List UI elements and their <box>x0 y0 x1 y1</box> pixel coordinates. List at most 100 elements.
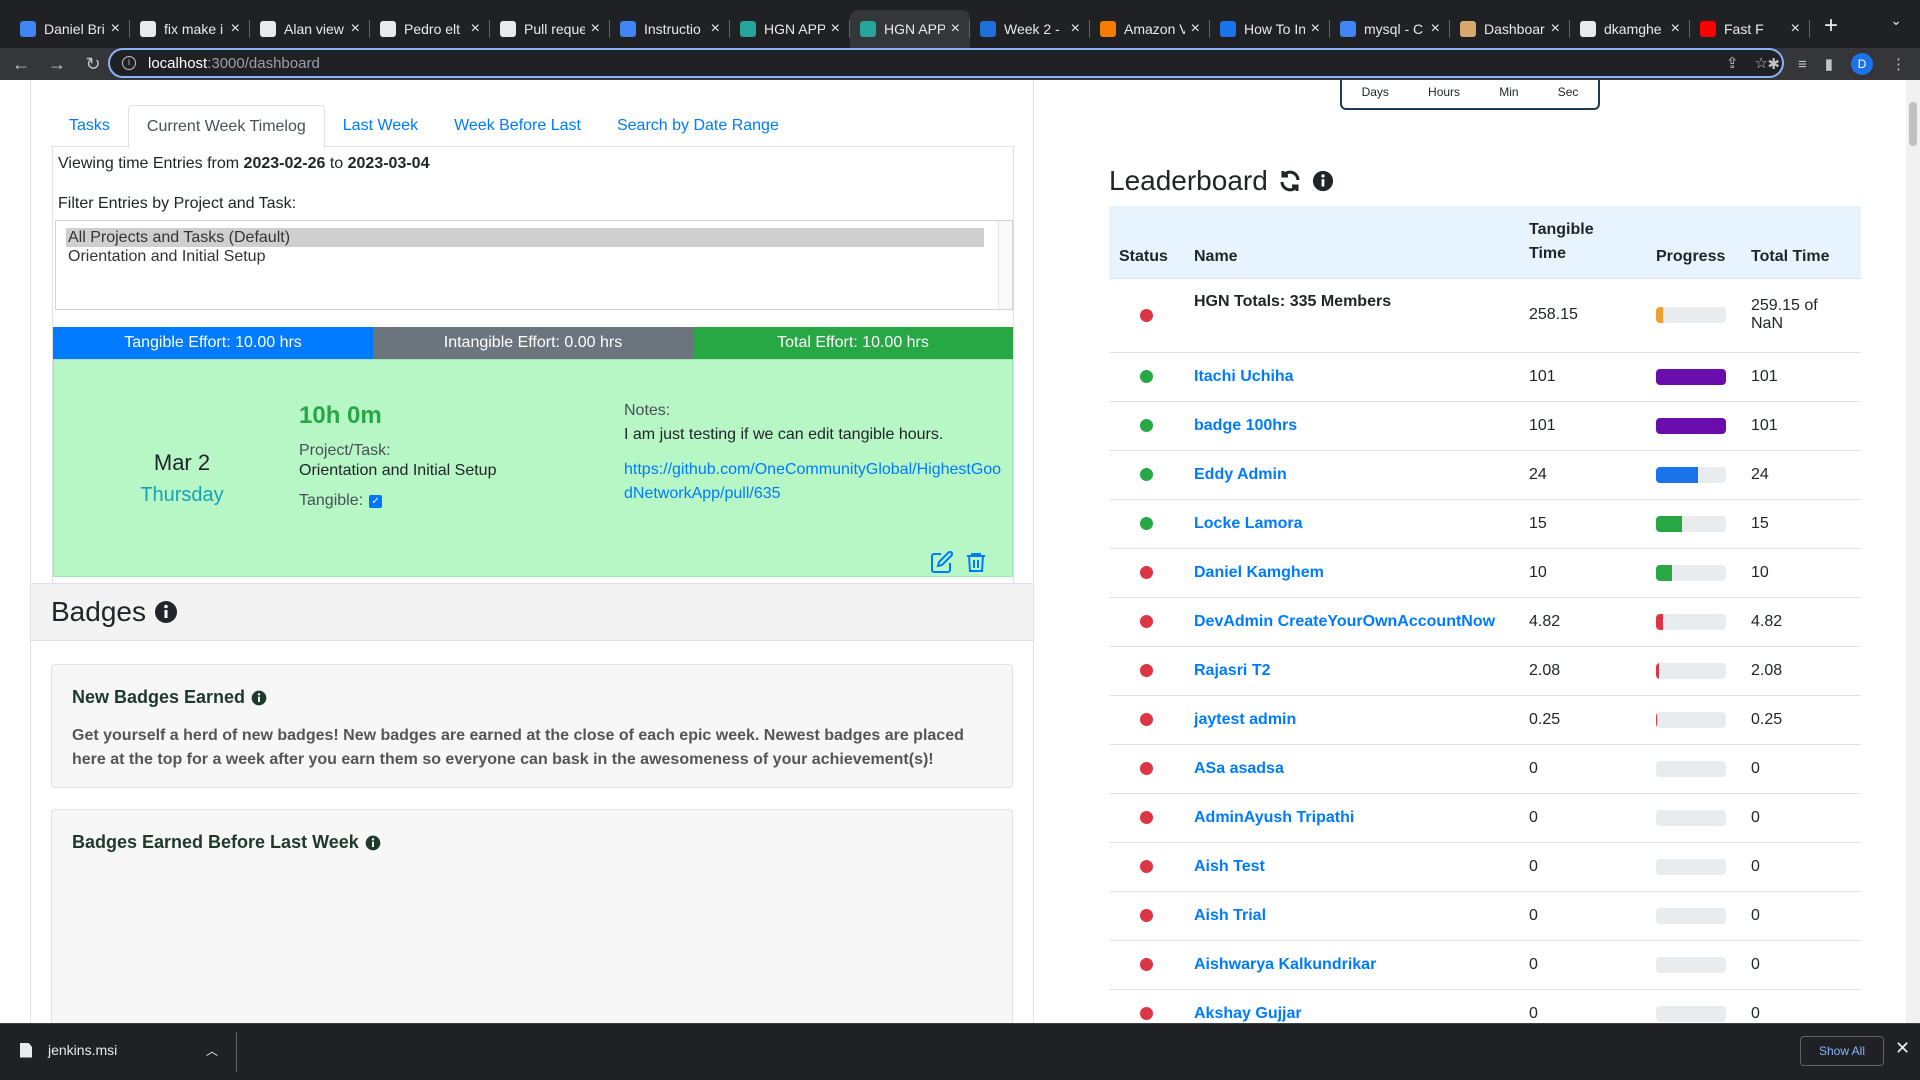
tab-search-chevron-icon[interactable]: ⌄ <box>1890 12 1902 29</box>
browser-tab[interactable]: Instructio × <box>610 10 730 48</box>
member-name[interactable]: Aish Test <box>1184 841 1519 891</box>
member-name[interactable]: Eddy Admin <box>1184 449 1519 499</box>
status-dot <box>1140 615 1153 628</box>
status-cell <box>1109 890 1184 940</box>
close-tab-icon[interactable]: × <box>831 20 840 38</box>
chevron-up-icon[interactable]: ︿ <box>206 1042 218 1059</box>
progress-cell <box>1646 400 1741 450</box>
countdown-timer: Days Hours Min Sec <box>1340 80 1600 110</box>
close-tab-icon[interactable]: × <box>1071 20 1080 38</box>
progress-bar <box>1656 417 1726 434</box>
download-item[interactable]: jenkins.msi <box>20 1042 117 1058</box>
progress-bar <box>1656 662 1726 679</box>
new-tab-plus-icon[interactable]: + <box>1824 12 1838 40</box>
browser-tab[interactable]: How To In × <box>1210 10 1330 48</box>
progress-cell <box>1646 449 1741 499</box>
side-panel-icon[interactable]: ▮ <box>1825 55 1833 73</box>
member-name[interactable]: Aishwarya Kalkundrikar <box>1184 939 1519 989</box>
member-name[interactable]: Itachi Uchiha <box>1184 351 1519 401</box>
profile-avatar[interactable]: D <box>1851 53 1873 75</box>
info-icon[interactable] <box>1312 170 1334 192</box>
browser-tab[interactable]: Week 2 - × <box>970 10 1090 48</box>
forward-arrow-icon[interactable]: → <box>42 54 72 75</box>
browser-tab[interactable]: dkamghe × <box>1570 10 1690 48</box>
close-tab-icon[interactable]: × <box>231 20 240 38</box>
trash-icon[interactable] <box>964 550 988 574</box>
browser-menu-kebab-icon[interactable]: ⋮ <box>1891 55 1906 73</box>
page-scrollbar-thumb[interactable] <box>1909 102 1917 146</box>
close-tab-icon[interactable]: × <box>951 20 960 38</box>
tangible-row: Tangible: ✓ <box>299 492 383 510</box>
close-tab-icon[interactable]: × <box>1551 20 1560 38</box>
browser-tab[interactable]: HGN APP × <box>850 10 970 48</box>
tab-favicon-icon <box>20 21 36 37</box>
tab-week-before-last[interactable]: Week Before Last <box>436 105 599 147</box>
browser-tab[interactable]: Alan view × <box>250 10 370 48</box>
leaderboard-row: Locke Lamora 15 15 <box>1109 498 1861 548</box>
browser-tab[interactable]: Pull reque × <box>490 10 610 48</box>
status-cell <box>1109 841 1184 891</box>
browser-tab[interactable]: mysql - C × <box>1330 10 1450 48</box>
info-icon[interactable] <box>365 835 381 851</box>
close-tab-icon[interactable]: × <box>471 20 480 38</box>
status-cell <box>1109 645 1184 695</box>
tab-favicon-icon <box>620 21 636 37</box>
member-name[interactable]: Aish Trial <box>1184 890 1519 940</box>
close-icon[interactable]: ✕ <box>1895 1038 1910 1059</box>
browser-tab[interactable]: fix make i × <box>130 10 250 48</box>
tab-favicon-icon <box>860 21 876 37</box>
tangible-time: 0 <box>1519 743 1646 793</box>
info-icon[interactable] <box>251 690 267 706</box>
share-icon[interactable]: ⇪ <box>1726 54 1739 72</box>
page-scrollbar[interactable] <box>1906 80 1920 1023</box>
member-name[interactable]: Akshay Gujjar <box>1184 988 1519 1023</box>
browser-tab[interactable]: Fast F × <box>1690 10 1810 48</box>
member-name[interactable]: ASa asadsa <box>1184 743 1519 793</box>
site-info-icon[interactable]: i <box>122 56 136 70</box>
member-name[interactable]: AdminAyush Tripathi <box>1184 792 1519 842</box>
edit-icon[interactable] <box>930 550 954 574</box>
browser-tab[interactable]: Pedro elt × <box>370 10 490 48</box>
browser-tab[interactable]: Daniel Bri × <box>10 10 130 48</box>
member-name[interactable]: DevAdmin CreateYourOwnAccountNow <box>1184 596 1519 646</box>
tab-tasks[interactable]: Tasks <box>51 105 128 147</box>
browser-tab[interactable]: Amazon V × <box>1090 10 1210 48</box>
close-tab-icon[interactable]: × <box>1791 20 1800 38</box>
close-tab-icon[interactable]: × <box>711 20 720 38</box>
notes-link[interactable]: https://github.com/OneCommunityGlobal/Hi… <box>624 458 1009 506</box>
close-tab-icon[interactable]: × <box>1191 20 1200 38</box>
close-tab-icon[interactable]: × <box>1431 20 1440 38</box>
tab-last-week[interactable]: Last Week <box>325 105 436 147</box>
status-cell <box>1109 498 1184 548</box>
refresh-icon[interactable] <box>1278 169 1302 193</box>
time-entry-card: Mar 2 Thursday 10h 0m Project/Task: Orie… <box>53 359 1013 577</box>
close-tab-icon[interactable]: × <box>1311 20 1320 38</box>
browser-tab[interactable]: HGN APP × <box>730 10 850 48</box>
close-tab-icon[interactable]: × <box>111 20 120 38</box>
member-name[interactable]: Rajasri T2 <box>1184 645 1519 695</box>
tab-search-by-date-range[interactable]: Search by Date Range <box>599 105 797 147</box>
total-time: 4.82 <box>1741 596 1861 646</box>
tangible-checkbox[interactable]: ✓ <box>369 494 383 508</box>
browser-tab[interactable]: Dashboar × <box>1450 10 1570 48</box>
member-name[interactable]: jaytest admin <box>1184 694 1519 744</box>
close-tab-icon[interactable]: × <box>591 20 600 38</box>
media-control-icon[interactable]: ≡ <box>1798 56 1807 73</box>
member-name[interactable]: Locke Lamora <box>1184 498 1519 548</box>
member-name[interactable]: badge 100hrs <box>1184 400 1519 450</box>
member-name[interactable]: Daniel Kamghem <box>1184 547 1519 597</box>
bookmark-star-icon[interactable]: ☆ <box>1755 54 1768 72</box>
filter-option-orientation[interactable]: Orientation and Initial Setup <box>56 247 1012 266</box>
back-arrow-icon[interactable]: ← <box>6 54 36 75</box>
reload-icon[interactable]: ↻ <box>78 54 108 75</box>
close-tab-icon[interactable]: × <box>1671 20 1680 38</box>
extensions-puzzle-icon[interactable]: ✱ <box>1767 55 1780 73</box>
filter-option-all[interactable]: All Projects and Tasks (Default) <box>66 228 984 247</box>
tab-current-week-timelog[interactable]: Current Week Timelog <box>127 105 325 148</box>
show-all-button[interactable]: Show All <box>1800 1036 1884 1066</box>
close-tab-icon[interactable]: × <box>351 20 360 38</box>
filter-scrollbar[interactable] <box>998 221 1012 309</box>
address-bar[interactable]: i localhost:3000/dashboard ⇪ ☆ <box>108 48 1784 78</box>
project-task-filter-select[interactable]: All Projects and Tasks (Default) Orienta… <box>55 220 1013 310</box>
info-icon[interactable] <box>154 600 178 624</box>
